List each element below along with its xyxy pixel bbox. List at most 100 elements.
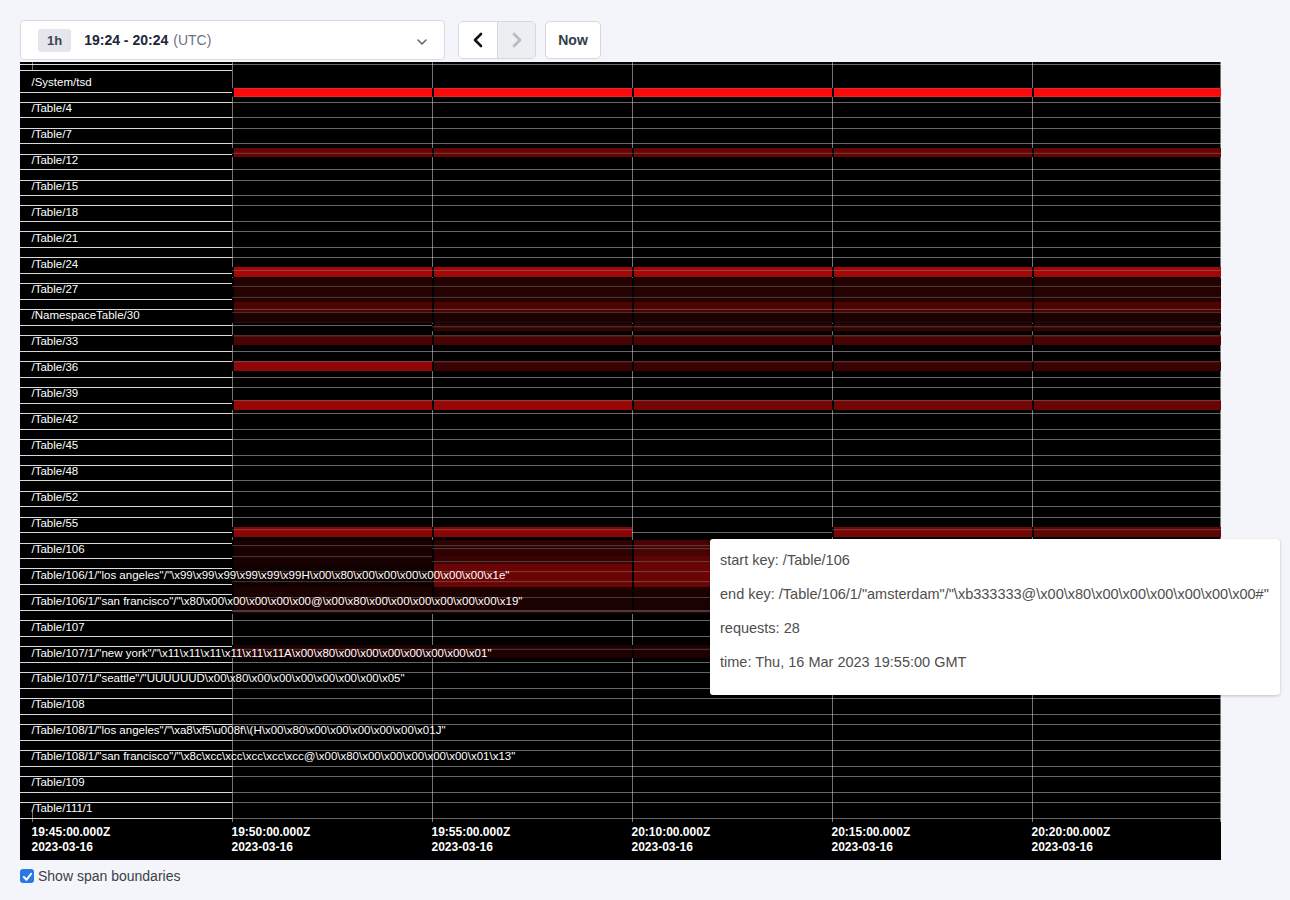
span-boundary-line [20,92,232,93]
axis-time-label: 20:15:00.000Z [832,825,911,839]
span-boundary-line [20,818,232,819]
heat-band [232,527,632,537]
span-boundary-line [20,64,232,65]
row-label: /Table/15 [32,179,79,193]
span-boundary-line [232,195,1221,196]
span-boundary-line [20,117,232,118]
previous-interval-button[interactable] [459,22,497,58]
axis-date-label: 2023-03-16 [32,840,93,854]
axis-date-label: 2023-03-16 [832,840,893,854]
span-boundary-line [20,325,232,326]
row-label: /Table/109 [32,775,85,789]
duration-badge: 1h [38,29,71,52]
span-boundary-line [20,662,232,663]
span-boundary-line [232,818,1221,819]
grid-column-line [832,62,833,822]
span-boundary-line [20,273,232,274]
span-boundary-line [232,439,1221,440]
tooltip-time: time: Thu, 16 Mar 2023 19:55:00 GMT [720,645,1270,679]
span-boundary-line [20,480,232,481]
span-boundary-line [232,387,1221,388]
row-label: /Table/45 [32,438,79,452]
row-label: /Table/108/1/"san francisco"/"\x8c\xcc\x… [32,749,516,763]
time-nav-group [458,21,536,59]
time-range-text: 19:24 - 20:24 [84,32,168,48]
next-interval-button[interactable] [497,22,535,58]
span-boundary-line [232,792,1221,793]
toolbar: 1h 19:24 - 20:24 (UTC) Now [0,0,1290,62]
heat-band [232,400,632,410]
span-boundary-line [232,351,1221,352]
span-boundary-line [232,169,1221,170]
span-boundary-line [232,143,1221,144]
span-boundary-line [20,403,232,404]
span-boundary-line [232,231,1221,232]
keyviz-canvas[interactable]: /System/tsd/Table/4/Table/7/Table/12/Tab… [20,62,1221,860]
checkbox-checked-icon[interactable] [20,869,34,883]
span-boundary-line [232,221,1221,222]
span-boundary-line [232,714,1221,715]
row-label: /System/tsd [32,75,92,89]
heat-band [232,361,432,371]
tooltip-start-key: start key: /Table/106 [720,543,1270,577]
span-boundary-line [232,491,1221,492]
row-label: /Table/108/1/"los angeles"/"\xa8\xf5\u00… [32,723,446,737]
axis-date-label: 2023-03-16 [1032,840,1093,854]
heat-band [232,88,1221,97]
span-boundary-line [20,506,232,507]
row-label: /Table/7 [32,127,72,141]
heat-band [432,540,632,556]
row-label: /Table/106/1/"san francisco"/"\x80\x00\x… [32,594,523,608]
grid-column-line [1220,62,1221,822]
row-label: /Table/33 [32,334,79,348]
axis-time-label: 19:45:00.000Z [32,825,111,839]
now-button[interactable]: Now [545,21,601,59]
span-boundary-line [232,128,1221,129]
span-boundary-line [20,766,232,767]
grid-column-line [1032,62,1033,822]
axis-date-label: 2023-03-16 [232,840,293,854]
chevron-down-icon [416,38,428,46]
row-label: /Table/39 [32,386,79,400]
tooltip-end-key: end key: /Table/106/1/"amsterdam"/"\xb33… [720,577,1270,611]
span-boundary-line [20,714,232,715]
span-boundary-line [20,70,232,71]
row-label: /Table/107/1/"new york"/"\x11\x11\x11\x1… [32,646,492,660]
span-boundary-line [232,802,1221,803]
span-boundary-line [232,102,1221,103]
show-span-boundaries-checkbox[interactable]: Show span boundaries [20,868,180,884]
span-boundary-line [20,221,232,222]
span-boundary-line [232,506,1221,507]
span-boundary-line [20,532,232,533]
span-boundary-line [20,792,232,793]
axis-time-label: 19:55:00.000Z [432,825,511,839]
span-boundary-line [232,429,1221,430]
span-boundary-line [232,480,1221,481]
span-boundary-line [232,180,1221,181]
span-boundary-line [232,776,1221,777]
span-boundary-line [20,377,232,378]
heat-band [232,148,1221,157]
heat-band [432,556,632,564]
time-range-select[interactable]: 1h 19:24 - 20:24 (UTC) [20,20,445,60]
row-label: /Table/27 [32,282,79,296]
row-label: /Table/4 [32,101,72,115]
row-label: /Table/55 [32,516,79,530]
span-boundary-line [20,351,232,352]
span-boundary-line [20,455,232,456]
checkbox-label: Show span boundaries [38,868,180,884]
row-label: /Table/18 [32,205,79,219]
span-boundary-line [20,558,232,559]
span-boundary-line [20,688,232,689]
row-label: /Table/48 [32,464,79,478]
span-boundary-line [20,636,232,637]
timezone-text: (UTC) [173,32,211,48]
row-label: /NamespaceTable/30 [32,308,140,322]
axis-date-label: 2023-03-16 [632,840,693,854]
span-boundary-line [232,64,1221,65]
axis-date-label: 2023-03-16 [432,840,493,854]
span-boundary-line [20,299,232,300]
axis-time-label: 19:50:00.000Z [232,825,311,839]
heat-band [1032,400,1221,410]
grid-column-line [432,62,433,822]
